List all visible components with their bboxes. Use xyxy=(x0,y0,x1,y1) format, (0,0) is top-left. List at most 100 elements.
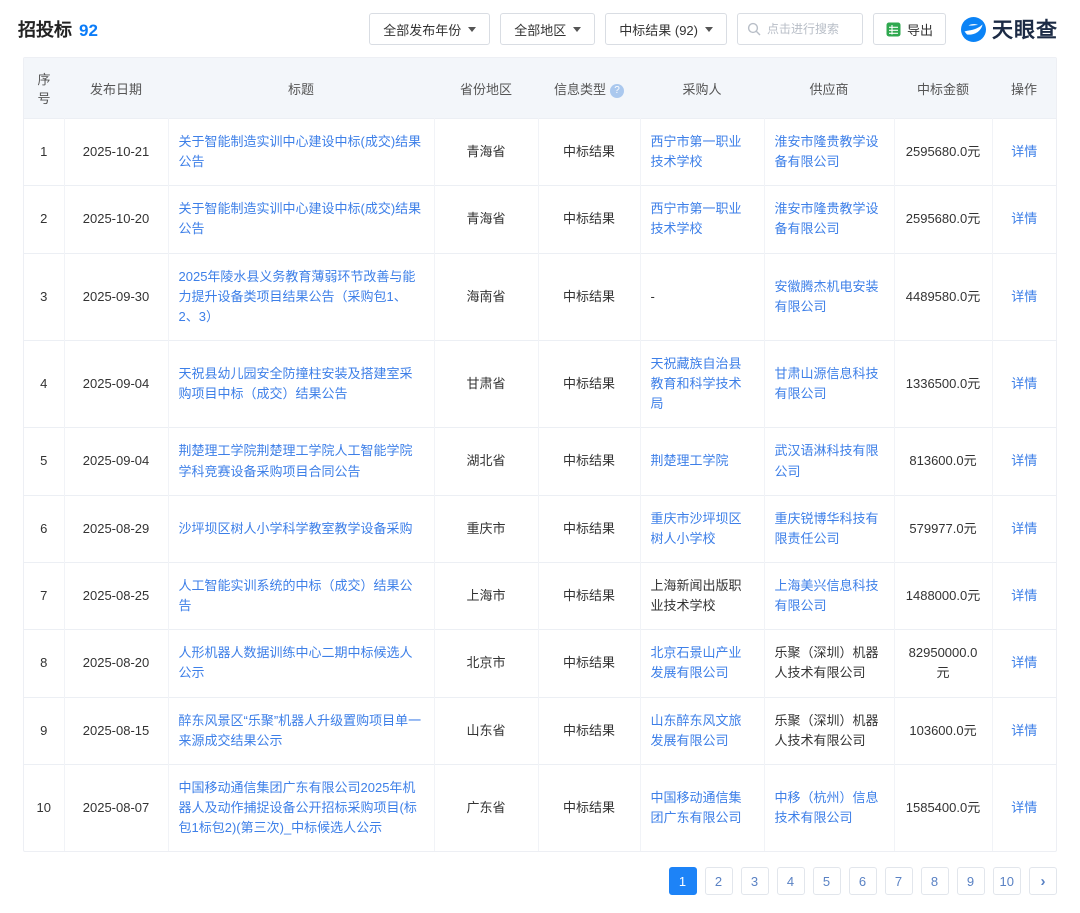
supplier-name[interactable]: 上海美兴信息科技有限公司 xyxy=(775,578,879,613)
announcement-title-link[interactable]: 关于智能制造实训中心建设中标(成交)结果公告 xyxy=(179,201,422,236)
publish-date: 2025-09-30 xyxy=(83,289,150,304)
page-button-8[interactable]: 8 xyxy=(921,867,949,895)
table-header-row: 序号 发布日期 标题 省份地区 信息类型? 采购人 供应商 中标金额 操作 xyxy=(24,58,1056,119)
row-index: 8 xyxy=(40,655,47,670)
announcement-title-link[interactable]: 荆楚理工学院荆楚理工学院人工智能学院学科竞赛设备采购项目合同公告 xyxy=(179,443,413,478)
page-button-1[interactable]: 1 xyxy=(669,867,697,895)
detail-link[interactable]: 详情 xyxy=(1011,588,1037,603)
table-row: 9 2025-08-15 醉东风景区“乐聚”机器人升级置购项目单一来源成交结果公… xyxy=(24,697,1056,764)
filter-info-type[interactable]: 中标结果 (92) xyxy=(605,13,727,45)
publish-date: 2025-09-04 xyxy=(83,453,150,468)
supplier-name[interactable]: 甘肃山源信息科技有限公司 xyxy=(775,366,879,401)
info-type: 中标结果 xyxy=(563,723,615,738)
announcement-title-link[interactable]: 关于智能制造实训中心建设中标(成交)结果公告 xyxy=(179,134,422,169)
province: 上海市 xyxy=(466,588,505,603)
announcement-title-link[interactable]: 沙坪坝区树人小学科学教室教学设备采购 xyxy=(179,521,413,536)
supplier-name[interactable]: 武汉语淋科技有限公司 xyxy=(775,443,879,478)
col-header-title: 标题 xyxy=(168,58,434,119)
purchaser-name[interactable]: 重庆市沙坪坝区树人小学校 xyxy=(651,511,742,546)
table-row: 4 2025-09-04 天祝县幼儿园安全防撞柱安装及搭建室采购项目中标（成交）… xyxy=(24,340,1056,427)
col-header-purchaser: 采购人 xyxy=(640,58,764,119)
announcement-title-link[interactable]: 中国移动通信集团广东有限公司2025年机器人及动作捕捉设备公开招标采购项目(标包… xyxy=(179,780,417,835)
help-icon[interactable]: ? xyxy=(610,84,624,98)
row-index: 4 xyxy=(40,376,47,391)
info-type: 中标结果 xyxy=(563,453,615,468)
supplier-name[interactable]: 重庆锐博华科技有限责任公司 xyxy=(775,511,879,546)
info-type: 中标结果 xyxy=(563,655,615,670)
info-type: 中标结果 xyxy=(563,376,615,391)
col-header-info-type-label: 信息类型 xyxy=(554,82,606,97)
detail-link[interactable]: 详情 xyxy=(1011,376,1037,391)
announcement-title-link[interactable]: 天祝县幼儿园安全防撞柱安装及搭建室采购项目中标（成交）结果公告 xyxy=(179,366,413,401)
page-title-block: 招投标 92 xyxy=(18,16,98,42)
page-button-7[interactable]: 7 xyxy=(885,867,913,895)
table-row: 7 2025-08-25 人工智能实训系统的中标（成交）结果公告 上海市 中标结… xyxy=(24,562,1056,629)
province: 海南省 xyxy=(466,289,505,304)
province: 广东省 xyxy=(466,800,505,815)
row-index: 10 xyxy=(37,800,51,815)
announcement-title-link[interactable]: 人工智能实训系统的中标（成交）结果公告 xyxy=(179,578,413,613)
filter-publish-year[interactable]: 全部发布年份 xyxy=(369,13,490,45)
detail-link[interactable]: 详情 xyxy=(1011,655,1037,670)
detail-link[interactable]: 详情 xyxy=(1011,800,1037,815)
page-button-3[interactable]: 3 xyxy=(741,867,769,895)
publish-date: 2025-08-15 xyxy=(83,723,150,738)
announcement-title-link[interactable]: 2025年陵水县义务教育薄弱环节改善与能力提升设备类项目结果公告（采购包1、2、… xyxy=(179,269,416,324)
winning-amount: 82950000.0元 xyxy=(909,645,978,680)
info-type: 中标结果 xyxy=(563,144,615,159)
purchaser-name[interactable]: 西宁市第一职业技术学校 xyxy=(651,201,742,236)
detail-link[interactable]: 详情 xyxy=(1011,723,1037,738)
purchaser-name[interactable]: 山东醉东风文旅发展有限公司 xyxy=(651,713,742,748)
info-type: 中标结果 xyxy=(563,211,615,226)
winning-amount: 103600.0元 xyxy=(909,723,976,738)
page-button-2[interactable]: 2 xyxy=(705,867,733,895)
info-type: 中标结果 xyxy=(563,800,615,815)
page-button-10[interactable]: 10 xyxy=(993,867,1021,895)
purchaser-name[interactable]: 天祝藏族自治县教育和科学技术局 xyxy=(651,356,742,411)
toolbar: 招投标 92 全部发布年份 全部地区 中标结果 (92) xyxy=(0,0,1080,57)
detail-link[interactable]: 详情 xyxy=(1011,144,1037,159)
row-index: 9 xyxy=(40,723,47,738)
col-header-index: 序号 xyxy=(24,58,64,119)
next-page-button[interactable]: › xyxy=(1029,867,1057,895)
winning-amount: 813600.0元 xyxy=(909,453,976,468)
excel-icon xyxy=(886,22,901,37)
detail-link[interactable]: 详情 xyxy=(1011,453,1037,468)
page-button-9[interactable]: 9 xyxy=(957,867,985,895)
filter-region[interactable]: 全部地区 xyxy=(500,13,595,45)
purchaser-name[interactable]: 荆楚理工学院 xyxy=(651,453,729,468)
winning-amount: 2595680.0元 xyxy=(906,211,980,226)
info-type: 中标结果 xyxy=(563,289,615,304)
detail-link[interactable]: 详情 xyxy=(1011,211,1037,226)
page-button-4[interactable]: 4 xyxy=(777,867,805,895)
publish-date: 2025-08-29 xyxy=(83,521,150,536)
export-button[interactable]: 导出 xyxy=(873,13,946,45)
detail-link[interactable]: 详情 xyxy=(1011,521,1037,536)
col-header-province: 省份地区 xyxy=(434,58,538,119)
col-header-action: 操作 xyxy=(992,58,1056,119)
search-input[interactable] xyxy=(767,22,853,36)
publish-date: 2025-08-07 xyxy=(83,800,150,815)
detail-link[interactable]: 详情 xyxy=(1011,289,1037,304)
supplier-name[interactable]: 安徽腾杰机电安装有限公司 xyxy=(775,279,879,314)
supplier-name[interactable]: 中移（杭州）信息技术有限公司 xyxy=(775,790,879,825)
purchaser-name[interactable]: 西宁市第一职业技术学校 xyxy=(651,134,742,169)
page-button-6[interactable]: 6 xyxy=(849,867,877,895)
search-box[interactable] xyxy=(737,13,863,45)
purchaser-name[interactable]: 北京石景山产业发展有限公司 xyxy=(651,645,742,680)
supplier-name[interactable]: 淮安市隆贵教学设备有限公司 xyxy=(775,134,879,169)
page-button-5[interactable]: 5 xyxy=(813,867,841,895)
province: 山东省 xyxy=(466,723,505,738)
announcement-title-link[interactable]: 人形机器人数据训练中心二期中标候选人公示 xyxy=(179,645,413,680)
publish-date: 2025-09-04 xyxy=(83,376,150,391)
brand-name: 天眼查 xyxy=(992,14,1058,44)
search-icon xyxy=(747,22,761,36)
supplier-name[interactable]: 淮安市隆贵教学设备有限公司 xyxy=(775,201,879,236)
table-row: 6 2025-08-29 沙坪坝区树人小学科学教室教学设备采购 重庆市 中标结果… xyxy=(24,495,1056,562)
page-title: 招投标 xyxy=(18,16,72,42)
purchaser-name[interactable]: 中国移动通信集团广东有限公司 xyxy=(651,790,742,825)
row-index: 2 xyxy=(40,211,47,226)
province: 青海省 xyxy=(466,144,505,159)
announcement-title-link[interactable]: 醉东风景区“乐聚”机器人升级置购项目单一来源成交结果公示 xyxy=(179,713,422,748)
province: 北京市 xyxy=(466,655,505,670)
